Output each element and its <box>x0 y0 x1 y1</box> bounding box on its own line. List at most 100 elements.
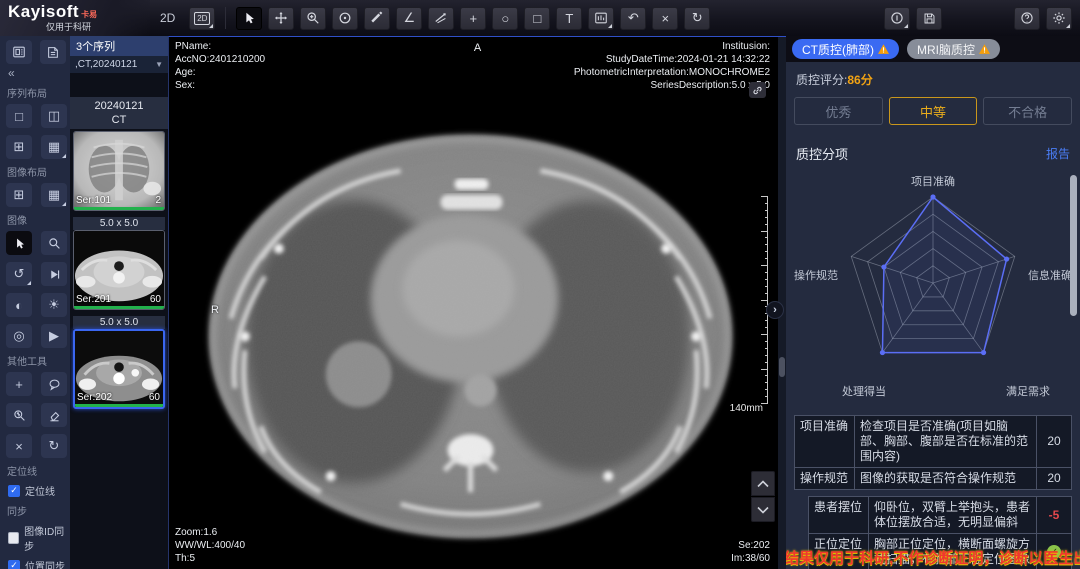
series-thumbnail-202[interactable]: Ser:202 60 <box>73 329 165 409</box>
section-sync-label: 同步 <box>7 503 70 518</box>
image-layout-grid-button[interactable]: ▦ <box>41 183 67 207</box>
layout-2x2-button[interactable]: ⊞ <box>6 135 32 159</box>
section-image-layout-label: 图像布局 <box>7 164 70 179</box>
link-series-button[interactable] <box>749 82 766 98</box>
settings-button[interactable] <box>1046 7 1072 30</box>
series-description-label: SeriesDescription:5.0 x 5.0 <box>574 79 770 92</box>
cine-play-button[interactable]: ▶ <box>41 324 67 348</box>
ct-axial-image[interactable] <box>169 37 786 569</box>
thumbnail-loaded-bar <box>74 207 164 210</box>
add-tool-button[interactable]: + <box>6 372 32 396</box>
layout-grid-button[interactable]: ▦ <box>41 135 67 159</box>
qc-item-name: 患者摆位 <box>809 497 869 533</box>
brightness-icon: ☀ <box>48 297 60 313</box>
probe-tool-button[interactable]: + <box>460 7 486 30</box>
thickness-label: Th:5 <box>175 552 245 565</box>
mode-label: 2D <box>160 11 175 25</box>
image-rotate-button[interactable]: ↺ <box>6 262 32 286</box>
delete-tool-button[interactable]: × <box>6 434 32 458</box>
toolbar-group-save <box>884 7 942 30</box>
app-logo: Kayisoft 卡易 仅用于科研 <box>0 0 150 36</box>
study-dropdown[interactable]: ,CT,20240121 ▼ <box>70 56 168 73</box>
layout-1x1-button[interactable]: □ <box>6 104 32 128</box>
zoom-tool-button[interactable] <box>300 7 326 30</box>
image-magnify-button[interactable] <box>41 231 67 255</box>
grade-excellent-button[interactable]: 优秀 <box>794 97 883 125</box>
image-invert-button[interactable]: ◐ <box>6 293 32 317</box>
save-button[interactable] <box>916 7 942 30</box>
2d-view-button[interactable]: 2D <box>189 7 215 30</box>
help-button[interactable] <box>1014 7 1040 30</box>
tab-ct-qc[interactable]: CT质控(肺部) <box>792 39 899 59</box>
report-icon <box>46 45 60 59</box>
scale-ruler <box>760 196 768 403</box>
cursor-tool-button[interactable] <box>236 7 262 30</box>
slice-down-button[interactable] <box>751 497 775 522</box>
image-target-button[interactable]: ◎ <box>6 324 32 348</box>
undo-button[interactable]: ↶ <box>620 7 646 30</box>
qc-panel-scrollbar-thumb[interactable] <box>1070 175 1077 316</box>
image-cursor-button[interactable] <box>6 231 32 255</box>
viewport[interactable]: PName: AccNO:2401210200 Age: Sex: Instit… <box>168 36 786 569</box>
grade-fail-button[interactable]: 不合格 <box>983 97 1072 125</box>
annotation-list-icon <box>594 11 608 25</box>
report-panel-button[interactable] <box>40 40 66 64</box>
delete-annotation-button[interactable]: × <box>652 7 678 30</box>
zoom-info-overlay: Zoom:1.6 WW/WL:400/40 Th:5 <box>175 526 245 565</box>
thumbnail-series-label: Ser:101 <box>76 195 111 206</box>
image-scroll-button[interactable] <box>41 262 67 286</box>
zoom-in-icon <box>306 11 320 25</box>
info-button[interactable] <box>884 7 910 30</box>
image-brightness-button[interactable]: ☀ <box>41 293 67 317</box>
logo-subtitle: 仅用于科研 <box>46 20 150 33</box>
thumbnail-loaded-bar <box>74 306 164 309</box>
pan-tool-button[interactable] <box>268 7 294 30</box>
rect-roi-button[interactable]: □ <box>524 7 550 30</box>
layout-1x2-button[interactable]: ◫ <box>41 104 67 128</box>
image-layout-2x2-icon: ⊞ <box>14 187 25 203</box>
slice-scrollbar-thumb[interactable] <box>779 357 785 377</box>
tab-mri-qc[interactable]: MRI脑质控 <box>907 39 1000 59</box>
slice-up-button[interactable] <box>751 471 775 496</box>
collapse-sidebar-button[interactable]: « <box>8 66 70 80</box>
angle-tool-button[interactable]: ∠ <box>396 7 422 30</box>
thumbnail-series-label: Ser:202 <box>77 392 112 403</box>
locator-checkbox[interactable] <box>8 485 20 497</box>
sync-image-id-checkbox[interactable] <box>8 532 19 544</box>
reset-button[interactable]: ↻ <box>684 7 710 30</box>
rotate-icon: ↺ <box>14 266 25 282</box>
local-magnify-button[interactable] <box>6 403 32 427</box>
series-thumbnail-101[interactable]: Ser:101 2 <box>73 131 165 211</box>
app-window: Kayisoft 卡易 仅用于科研 2D 2D ∠ <box>0 0 1080 569</box>
eraser-tool-button[interactable] <box>41 403 67 427</box>
qc-subsection-title: 质控分项 <box>796 144 848 163</box>
undo-icon: ↶ <box>628 10 639 26</box>
patient-info-overlay: PName: AccNO:2401210200 Age: Sex: <box>175 40 265 92</box>
radar-chart-canvas <box>798 171 1068 407</box>
report-link[interactable]: 报告 <box>1046 145 1070 162</box>
window-level-label: WW/WL:400/40 <box>175 539 245 552</box>
annotation-list-button[interactable] <box>588 7 614 30</box>
length-tool-button[interactable] <box>364 7 390 30</box>
radar-axis-label: 处理得当 <box>842 383 886 399</box>
ellipse-roi-button[interactable]: ○ <box>492 7 518 30</box>
thumbnail-image-count: 2 <box>155 195 161 206</box>
comment-tool-button[interactable] <box>41 372 67 396</box>
cobb-angle-tool-button[interactable] <box>428 7 454 30</box>
rectangle-icon: □ <box>533 11 541 26</box>
text-icon: T <box>565 11 573 26</box>
qc-radar-chart: 项目准确 信息准确 满足需求 处理得当 操作规范 <box>786 165 1080 411</box>
series-thumbnail-201[interactable]: Ser:201 60 <box>73 230 165 310</box>
series-panel: 3个序列 ,CT,20240121 ▼ 20240121 CT <box>70 36 168 569</box>
grade-medium-button[interactable]: 中等 <box>889 97 978 125</box>
sync-option-position: 位置同步 <box>8 558 70 569</box>
series-layout-panel-button[interactable] <box>6 40 32 64</box>
image-layout-2x2-button[interactable]: ⊞ <box>6 183 32 207</box>
reset-tool-button[interactable]: ↻ <box>41 434 67 458</box>
sync-position-checkbox[interactable] <box>8 560 20 569</box>
windowing-icon <box>338 11 352 25</box>
section-image-label: 图像 <box>7 212 70 227</box>
text-annotation-button[interactable]: T <box>556 7 582 30</box>
expand-panel-handle[interactable]: › <box>766 301 784 319</box>
windowing-tool-button[interactable] <box>332 7 358 30</box>
